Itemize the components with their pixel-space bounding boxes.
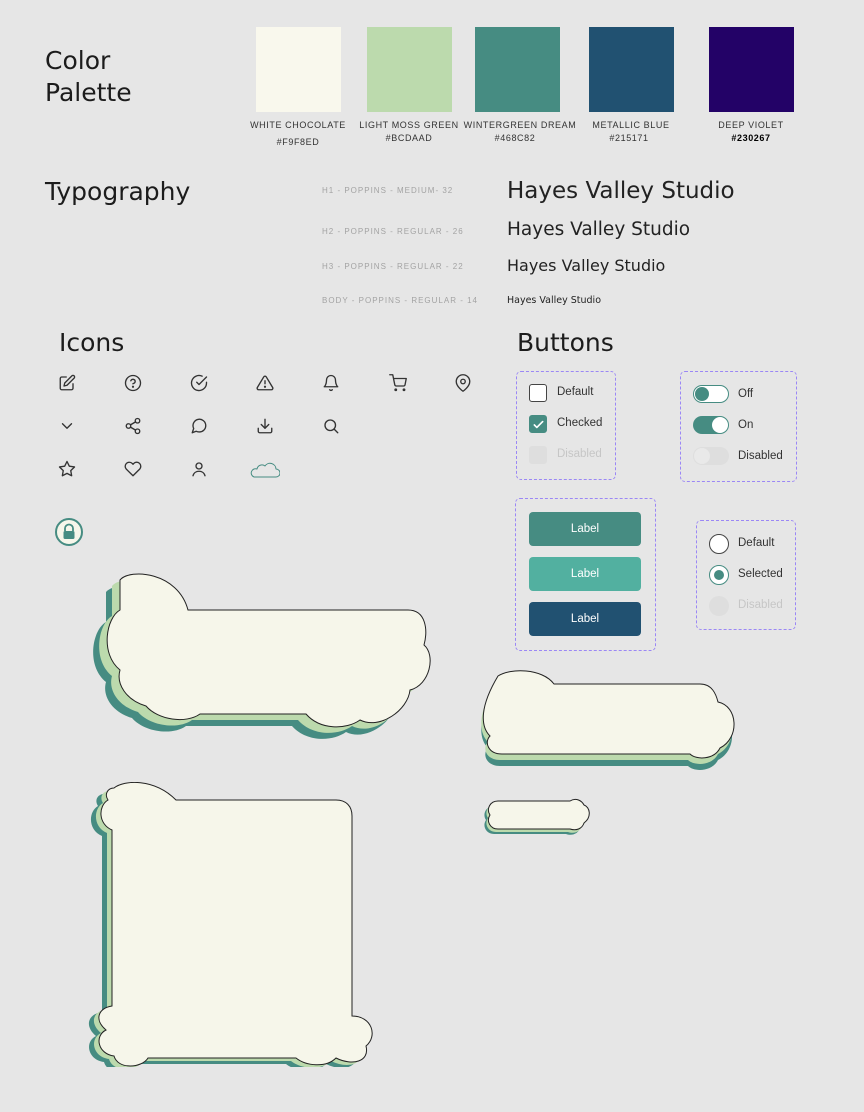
radio-disabled: [709, 596, 729, 616]
type-sample-h2: Hayes Valley Studio: [507, 219, 691, 240]
toggle-knob: [712, 417, 728, 433]
checkbox-default[interactable]: [529, 384, 547, 402]
chat-icon[interactable]: [190, 417, 208, 435]
typography-title: Typography: [45, 177, 191, 206]
swatch-light-moss-green: [367, 27, 452, 112]
checkbox-checked-label: Checked: [557, 417, 603, 429]
cloud-panel-large: [93, 573, 431, 739]
toggle-off-label: Off: [738, 388, 754, 400]
toggle-on[interactable]: [693, 416, 729, 434]
share-icon[interactable]: [124, 417, 142, 435]
primary-button-hover[interactable]: Label: [529, 557, 641, 591]
swatch-name: METALLIC BLUE: [592, 120, 670, 130]
location-pin-icon[interactable]: [454, 374, 472, 392]
checkbox-default-label: Default: [557, 386, 594, 398]
checkbox-disabled-label: Disabled: [557, 448, 602, 460]
type-style-label: H3 - POPPINS - REGULAR - 22: [322, 262, 464, 271]
help-icon[interactable]: [124, 374, 142, 392]
user-icon[interactable]: [190, 460, 208, 478]
radio-default-label: Default: [738, 537, 775, 549]
type-sample-h1: Hayes Valley Studio: [507, 178, 735, 204]
check-circle-icon[interactable]: [190, 374, 208, 392]
type-style-label: BODY - POPPINS - REGULAR - 14: [322, 296, 478, 305]
type-sample-body: Hayes Valley Studio: [507, 295, 602, 306]
search-icon[interactable]: [322, 417, 340, 435]
toggle-disabled-label: Disabled: [738, 450, 783, 462]
swatch-wintergreen-dream: [475, 27, 560, 112]
radio-selected-label: Selected: [738, 568, 783, 580]
icons-title: Icons: [59, 328, 125, 357]
cloud-panel-square: [88, 782, 373, 1067]
download-icon[interactable]: [256, 417, 274, 435]
toggle-knob: [694, 386, 709, 401]
swatch-hex: #215171: [609, 133, 649, 143]
lock-badge-icon[interactable]: [55, 518, 83, 546]
primary-button-pressed[interactable]: Label: [529, 602, 641, 636]
bell-icon[interactable]: [322, 374, 340, 392]
type-style-label: H2 - POPPINS - REGULAR - 26: [322, 227, 464, 236]
swatch-white-chocolate: [256, 27, 341, 112]
buttons-title: Buttons: [517, 328, 614, 357]
toggle-disabled: [693, 447, 729, 465]
cloud-icon[interactable]: [250, 460, 280, 478]
check-icon: [533, 420, 543, 428]
checkbox-disabled: [529, 446, 547, 464]
toggle-off[interactable]: [693, 385, 729, 403]
radio-dot: [713, 569, 724, 580]
chevron-down-icon[interactable]: [58, 417, 76, 435]
checkbox-checked[interactable]: [529, 415, 547, 433]
type-sample-h3: Hayes Valley Studio: [507, 256, 666, 275]
swatch-metallic-blue: [589, 27, 674, 112]
cart-icon[interactable]: [389, 374, 407, 392]
palette-title-line1: Color: [45, 46, 111, 75]
radio-default[interactable]: [709, 534, 729, 554]
swatch-deep-violet: [709, 27, 794, 112]
warning-icon[interactable]: [256, 374, 274, 392]
toggle-on-label: On: [738, 419, 754, 431]
radio-disabled-label: Disabled: [738, 599, 783, 611]
cloud-panel-medium: [481, 670, 735, 770]
star-icon[interactable]: [58, 460, 76, 478]
heart-icon[interactable]: [124, 460, 142, 478]
radio-selected[interactable]: [709, 565, 729, 585]
palette-title: Color Palette: [45, 45, 132, 109]
primary-button[interactable]: Label: [529, 512, 641, 546]
palette-title-line2: Palette: [45, 78, 132, 107]
swatch-name: DEEP VIOLET: [718, 120, 784, 130]
type-style-label: H1 - POPPINS - MEDIUM- 32: [322, 186, 454, 195]
edit-icon[interactable]: [58, 374, 76, 392]
toggle-knob: [694, 448, 710, 464]
swatch-hex: #230267: [731, 133, 771, 143]
cloud-panel-small: [484, 798, 590, 835]
